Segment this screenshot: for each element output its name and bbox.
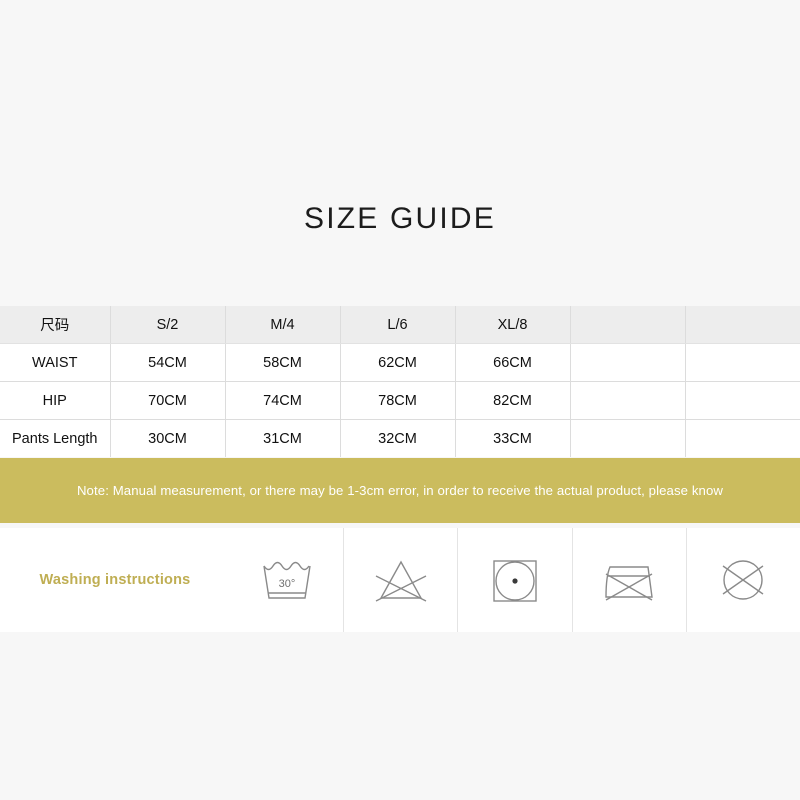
cell-hip-empty-1 [570, 381, 686, 420]
measurement-note-banner: Note: Manual measurement, or there may b… [0, 458, 800, 523]
table-row: Pants Length 30CM 31CM 32CM 33CM [0, 419, 800, 457]
table-header-row: 尺码 S/2 M/4 L/6 XL/8 [0, 306, 800, 344]
table-row: HIP 70CM 74CM 78CM 82CM [0, 381, 800, 420]
cell-waist-empty-1 [570, 343, 686, 382]
cell-hip-l: 78CM [340, 381, 456, 420]
measurement-note-text: Note: Manual measurement, or there may b… [76, 483, 724, 498]
do-not-bleach-icon [375, 560, 427, 602]
do-not-dry-clean-icon [723, 560, 764, 600]
table-header-cell-s: S/2 [110, 306, 226, 344]
cell-pants-length-empty-1 [570, 419, 686, 457]
cell-pants-length-xl: 33CM [455, 419, 571, 457]
table-row: WAIST 54CM 58CM 62CM 66CM [0, 343, 800, 382]
cell-pants-length-empty-2 [685, 419, 800, 457]
washing-icon-cell-2 [343, 528, 457, 632]
do-not-iron-icon [605, 566, 654, 601]
washing-instructions-label-cell: Washing instructions [0, 528, 230, 632]
row-label-hip: HIP [0, 381, 111, 420]
cell-hip-xl: 82CM [455, 381, 571, 420]
washing-icon-cell-4 [571, 528, 686, 632]
washing-instructions-section: Washing instructions 30° [0, 528, 800, 632]
washing-icon-cell-5 [685, 528, 800, 632]
table-header-cell-empty-2 [685, 306, 800, 344]
size-guide-table: 尺码 S/2 M/4 L/6 XL/8 WAIST 54CM 58CM 62CM… [0, 306, 800, 457]
table-header-cell-empty-1 [570, 306, 686, 344]
cell-waist-s: 54CM [110, 343, 226, 382]
table-header-cell-label: 尺码 [0, 306, 111, 344]
cell-waist-empty-2 [685, 343, 800, 382]
table-header-cell-m: M/4 [225, 306, 341, 344]
table-header-cell-xl: XL/8 [455, 306, 571, 344]
washing-icons-row: 30° [230, 528, 800, 632]
washing-icon-cell-3 [457, 528, 571, 632]
washing-instructions-label: Washing instructions [39, 572, 191, 588]
cell-waist-m: 58CM [225, 343, 341, 382]
page-title: SIZE GUIDE [303, 202, 497, 235]
cell-pants-length-s: 30CM [110, 419, 226, 457]
page-title-container: SIZE GUIDE [0, 204, 800, 234]
row-label-pants-length: Pants Length [0, 419, 111, 457]
cell-pants-length-m: 31CM [225, 419, 341, 457]
cell-hip-s: 70CM [110, 381, 226, 420]
wash-temperature-text: 30° [278, 578, 295, 590]
tumble-dry-low-icon [493, 560, 537, 602]
washing-icon-cell-1: 30° [230, 528, 343, 632]
cell-waist-xl: 66CM [455, 343, 571, 382]
cell-pants-length-l: 32CM [340, 419, 456, 457]
cell-hip-empty-2 [685, 381, 800, 420]
cell-waist-l: 62CM [340, 343, 456, 382]
row-label-waist: WAIST [0, 343, 111, 382]
machine-wash-30-icon: 30° [262, 561, 311, 599]
table-header-cell-l: L/6 [340, 306, 456, 344]
cell-hip-m: 74CM [225, 381, 341, 420]
